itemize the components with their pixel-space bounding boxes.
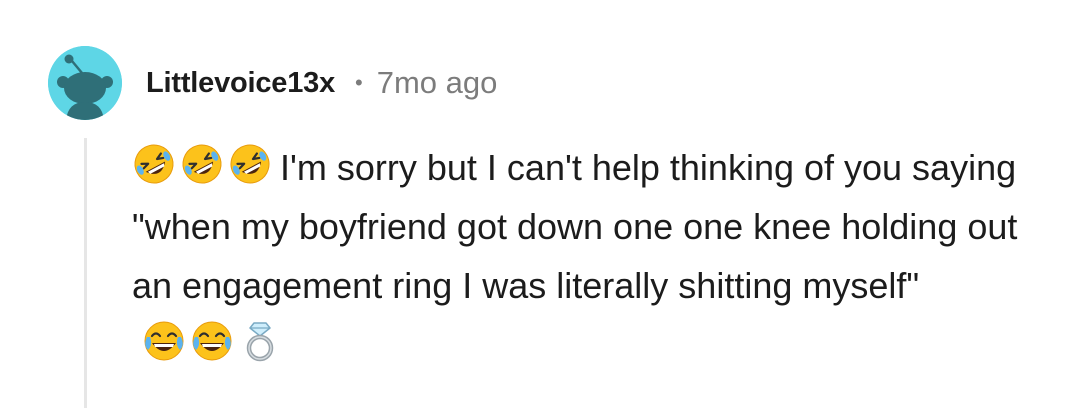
timestamp: 7mo ago [376,65,498,100]
snoo-avatar-icon [48,46,122,120]
comment-body: I'm sorry but I can't help thinking of y… [132,138,1062,374]
meta-separator: • [355,70,363,95]
face-with-tears-of-joy-icon [190,319,234,363]
thread-line[interactable] [84,138,87,408]
user-avatar[interactable] [48,46,122,120]
comment-meta: Littlevoice13x • 7mo ago [146,60,497,106]
face-with-tears-of-joy-icon [142,319,186,363]
comment: Littlevoice13x • 7mo ago I'm sorry but I… [0,0,1079,408]
username[interactable]: Littlevoice13x [146,67,335,100]
ring-icon [238,319,282,363]
rolling-on-floor-laughing-icon [132,142,176,186]
leading-emojis [132,142,272,186]
trailing-emojis [142,319,282,363]
rolling-on-floor-laughing-icon [228,142,272,186]
rolling-on-floor-laughing-icon [180,142,224,186]
